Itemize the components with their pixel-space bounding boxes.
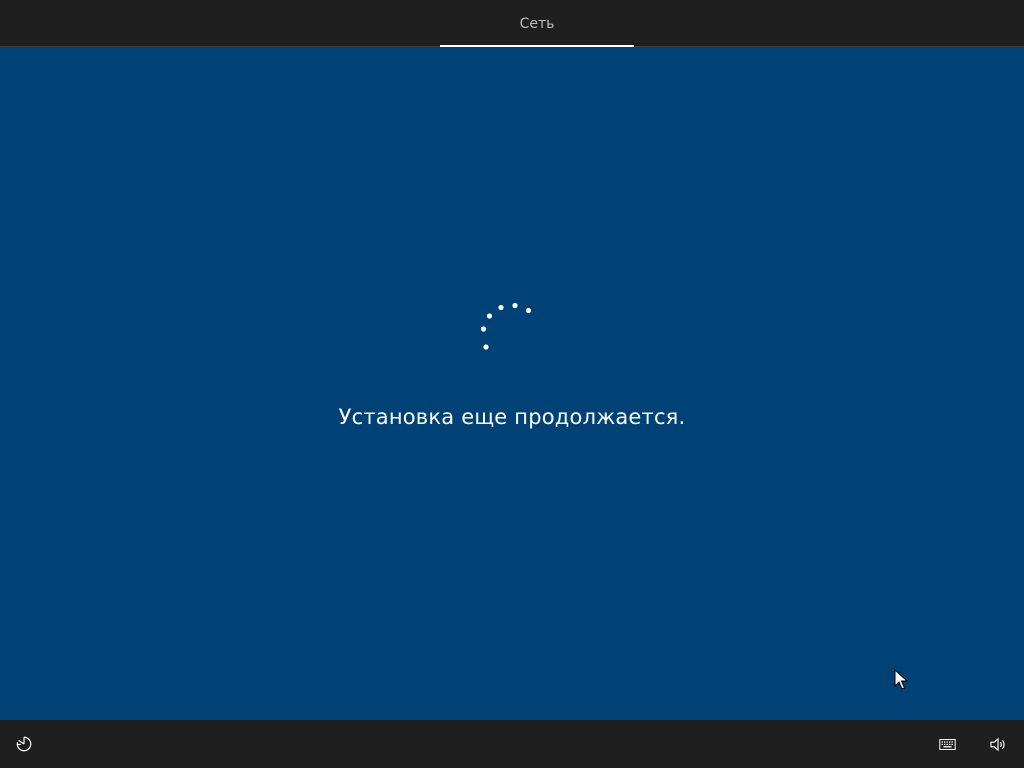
tab-network[interactable]: Сеть [440,0,634,47]
status-message: Установка еще продолжается. [338,405,686,429]
keyboard-icon [938,738,956,750]
spinner-dot [480,326,487,332]
tab-network-label: Сеть [519,16,555,32]
top-bar: Сеть [0,0,1024,47]
bottom-bar [0,720,1024,768]
volume-button[interactable] [985,732,1011,756]
loading-spinner-icon [480,302,532,350]
spinner-dot [498,304,504,311]
spinner-dot [525,307,532,314]
spinner-dot [483,344,489,350]
active-tab-indicator [440,45,634,47]
ease-of-access-button[interactable] [11,732,37,756]
ease-of-access-icon [16,736,32,752]
spinner-dot [486,313,493,319]
mouse-cursor-icon [894,669,908,690]
keyboard-button[interactable] [934,732,960,756]
volume-icon [989,737,1005,751]
spinner-dot [512,302,518,309]
oobe-screen: Сеть Установка еще продолжается. [0,0,1024,768]
